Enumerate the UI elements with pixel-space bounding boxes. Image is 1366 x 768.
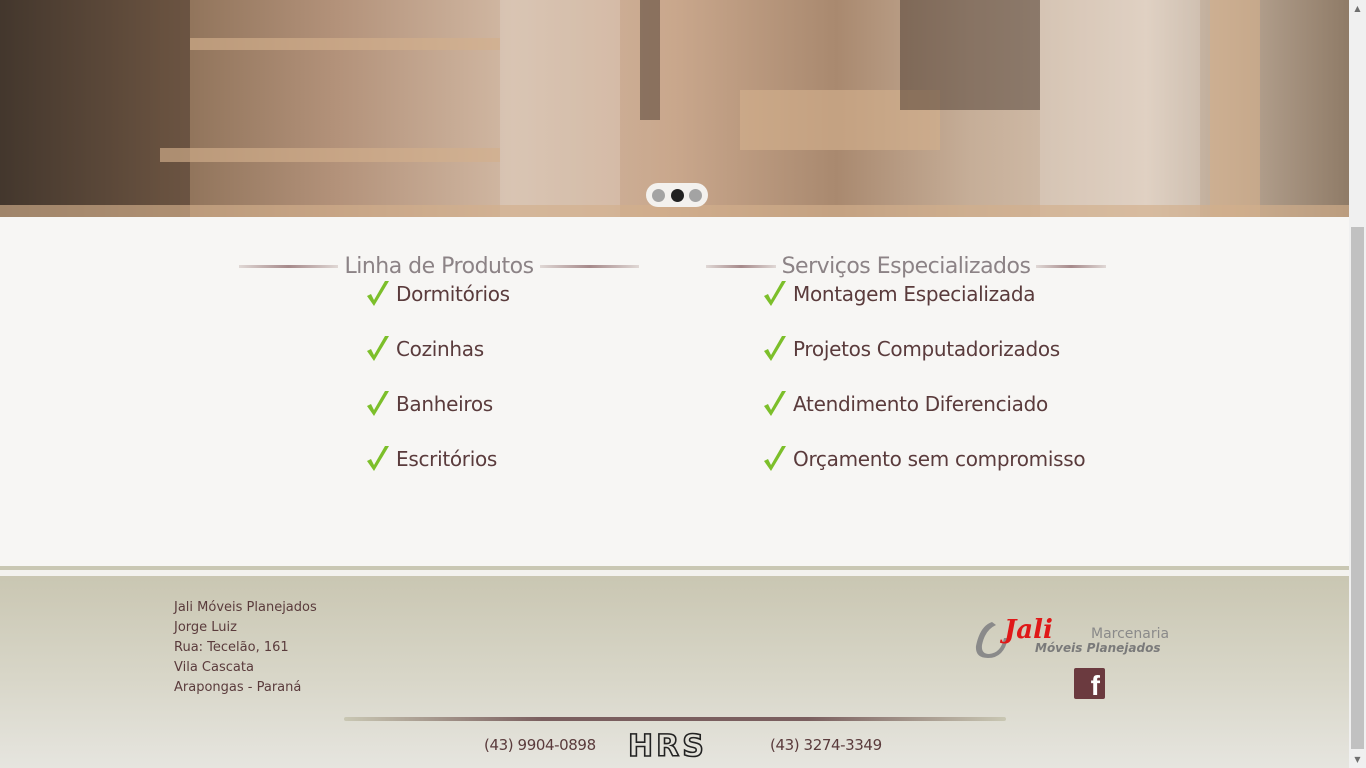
products-list: Dormitórios Cozinhas Banheiros Escritóri… [365,266,639,486]
facebook-icon[interactable]: f [1074,668,1105,699]
slider-pagination [646,183,708,207]
scroll-down-icon[interactable]: ▼ [1349,751,1366,768]
jali-logo[interactable]: Jali Marcenaria Móveis Planejados [974,614,1179,664]
address-line: Jorge Luiz [174,620,237,635]
logo-line1: Marcenaria [1091,626,1169,642]
list-item: Dormitórios [365,266,639,321]
footer-address: Jali Móveis Planejados Jorge Luiz Rua: T… [174,598,317,698]
services-section: Serviços Especializados Montagem Especia… [706,250,1107,486]
list-item: Atendimento Diferenciado [762,376,1106,431]
list-item: Escritórios [365,431,639,486]
slider-dot-3[interactable] [689,188,703,202]
check-icon [764,390,786,416]
product-label: Escritórios [396,446,498,471]
service-label: Projetos Computadorizados [793,336,1060,361]
address-line: Arapongas - Paraná [174,680,302,695]
slider-dot-2[interactable] [670,188,684,202]
address-line: Jali Móveis Planejados [174,600,317,615]
footer-divider [344,717,1006,721]
check-icon [367,445,389,471]
vertical-scrollbar[interactable]: ▲ ▼ [1349,0,1366,768]
check-icon [764,445,786,471]
list-item: Banheiros [365,376,639,431]
list-item: Orçamento sem compromisso [762,431,1106,486]
product-label: Cozinhas [396,336,484,361]
logo-line2: Móveis Planejados [1035,641,1160,655]
check-icon [367,335,389,361]
phone-mobile: (43) 9904-0898 [484,736,596,754]
products-section: Linha de Produtos Dormitórios Cozinhas B… [239,250,639,486]
service-label: Atendimento Diferenciado [793,391,1048,416]
check-icon [367,390,389,416]
header-rule [239,264,339,268]
product-label: Dormitórios [396,281,510,306]
list-item: Projetos Computadorizados [762,321,1106,376]
slider-dot-1[interactable] [651,188,665,202]
scroll-up-icon[interactable]: ▲ [1349,0,1366,17]
hrs-credit-logo[interactable]: HRS [626,729,722,761]
list-item: Montagem Especializada [762,266,1106,321]
product-label: Banheiros [396,391,493,416]
footer: Jali Móveis Planejados Jorge Luiz Rua: T… [0,566,1349,768]
check-icon [764,280,786,306]
hero-slider[interactable] [0,0,1349,217]
check-icon [367,280,389,306]
phone-landline: (43) 3274-3349 [770,736,882,754]
address-line: Vila Cascata [174,660,254,675]
service-label: Orçamento sem compromisso [793,446,1086,471]
address-line: Rua: Tecelão, 161 [174,640,289,655]
scrollbar-thumb[interactable] [1351,227,1364,749]
service-label: Montagem Especializada [793,281,1036,306]
services-list: Montagem Especializada Projetos Computad… [762,266,1106,486]
list-item: Cozinhas [365,321,639,376]
footer-top-gap [0,570,1349,576]
check-icon [764,335,786,361]
hrs-text: HRS [628,729,707,761]
